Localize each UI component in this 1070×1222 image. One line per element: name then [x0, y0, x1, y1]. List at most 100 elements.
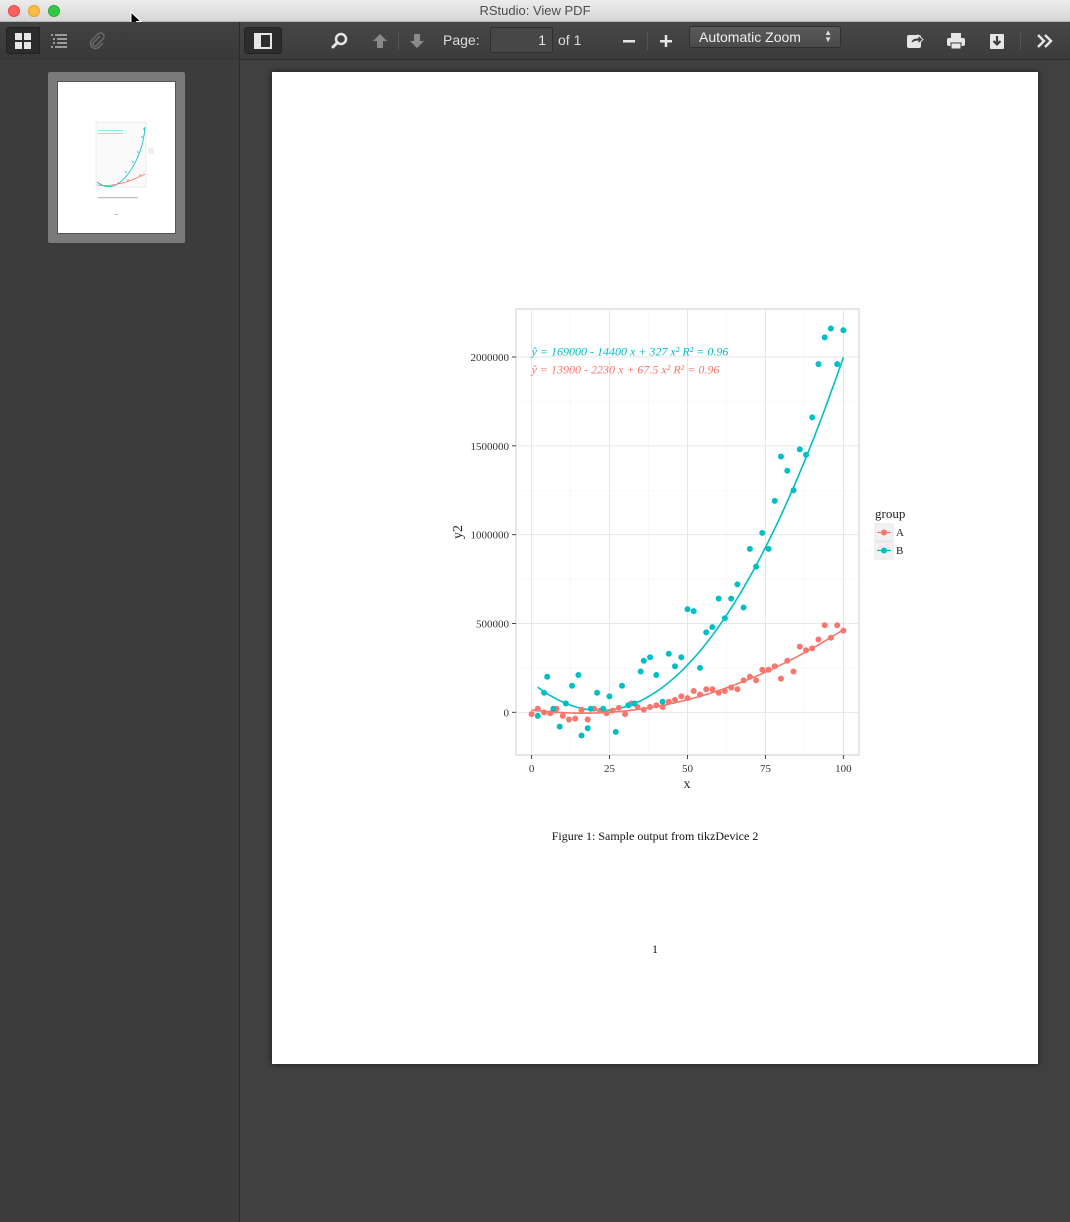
show-attachments-button[interactable] — [80, 27, 114, 54]
data-point-b — [584, 725, 591, 732]
data-point-b — [631, 700, 638, 707]
pdf-viewer[interactable]: 0 25 50 75 100 0 500000 1000000 1500000 2000000 … — [240, 60, 1070, 1222]
search-icon — [331, 32, 348, 48]
data-point-a — [566, 716, 572, 723]
next-page-button[interactable] — [403, 27, 431, 54]
x-axis-ticks: 0 25 50 75 100 — [529, 755, 852, 775]
data-point-a — [753, 677, 760, 684]
print-icon — [947, 32, 965, 49]
x-tick-label: 25 — [604, 763, 616, 775]
data-point-b — [606, 693, 613, 700]
x-tick-label: 0 — [529, 763, 535, 775]
toolbar-separator — [398, 32, 399, 50]
data-point-a — [572, 715, 579, 722]
data-point-a — [790, 668, 797, 675]
data-point-a — [796, 643, 803, 650]
data-point-a — [840, 627, 847, 634]
data-point-a — [541, 709, 548, 716]
minus-icon — [623, 39, 635, 42]
data-point-b — [562, 700, 569, 707]
data-point-b — [612, 728, 619, 735]
data-point-b — [690, 608, 697, 615]
thumbnail-page-image — [57, 81, 176, 234]
data-point-b — [771, 497, 778, 504]
tools-button[interactable] — [1030, 27, 1060, 54]
zoom-out-button[interactable] — [616, 27, 642, 54]
presentation-mode-button[interactable] — [900, 27, 930, 54]
data-point-a — [715, 689, 722, 696]
presentation-icon — [907, 33, 924, 48]
download-icon — [990, 33, 1004, 49]
data-point-b — [815, 361, 822, 368]
data-point-b — [728, 595, 735, 602]
data-point-b — [684, 606, 691, 613]
data-point-b — [703, 629, 710, 636]
data-point-a — [672, 696, 678, 703]
sidebar-toolbar — [0, 22, 240, 60]
data-point-a — [647, 704, 654, 710]
x-tick-label: 75 — [760, 763, 772, 775]
data-point-b — [534, 712, 541, 719]
data-point-b — [753, 563, 760, 570]
legend-label-a: A — [896, 527, 904, 539]
data-point-b — [665, 650, 672, 657]
thumbnail-sidebar — [0, 60, 240, 1222]
data-point-b — [550, 705, 557, 712]
data-point-b — [759, 529, 766, 536]
data-point-b — [578, 732, 585, 739]
data-point-b — [637, 668, 644, 675]
find-button[interactable] — [326, 27, 354, 54]
data-point-a — [734, 686, 741, 693]
show-thumbnails-button[interactable] — [6, 27, 40, 54]
legend-item-b: B — [874, 541, 903, 560]
outline-icon — [51, 33, 67, 48]
y-tick-label: 1000000 — [471, 530, 510, 542]
data-point-b — [678, 654, 685, 661]
data-point-a — [721, 688, 728, 694]
x-tick-label: 100 — [835, 763, 852, 775]
data-point-a — [528, 711, 535, 718]
data-point-b — [746, 545, 753, 552]
data-point-a — [728, 684, 735, 691]
page-number: 1 — [652, 942, 658, 956]
data-point-b — [790, 487, 797, 494]
data-point-b — [600, 705, 607, 712]
equation-label-a: ŷ = 13900 - 2230 x + 67.5 x² R² = 0.96 — [531, 362, 720, 376]
data-point-a — [827, 634, 834, 641]
chart-legend: group A B — [874, 506, 905, 560]
arrow-up-icon — [373, 33, 387, 48]
thumbnails-icon — [15, 32, 31, 49]
data-point-b — [784, 467, 791, 474]
data-point-a — [834, 622, 841, 629]
data-point-a — [740, 677, 747, 684]
toolbar-separator — [647, 32, 648, 50]
figure-caption: Figure 1: Sample output from tikzDevice … — [551, 829, 759, 843]
data-point-b — [659, 698, 666, 705]
data-point-a — [690, 688, 697, 694]
zoom-select-value: Automatic Zoom — [699, 29, 801, 45]
data-point-a — [609, 707, 616, 714]
toggle-sidebar-button[interactable] — [244, 27, 282, 54]
select-arrows-icon: ▲ ▼ — [824, 28, 832, 44]
page-thumbnail-1[interactable] — [48, 72, 185, 243]
zoom-select[interactable]: Automatic Zoom ▲ ▼ — [689, 26, 841, 48]
data-point-a — [821, 622, 828, 629]
zoom-in-button[interactable] — [653, 27, 679, 54]
data-point-a — [659, 704, 666, 710]
data-point-a — [765, 666, 772, 673]
download-button[interactable] — [982, 27, 1012, 54]
y-tick-label: 2000000 — [471, 352, 510, 364]
data-point-a — [578, 706, 585, 713]
previous-page-button[interactable] — [366, 27, 394, 54]
plus-icon — [660, 34, 672, 47]
data-point-b — [556, 723, 563, 730]
y-tick-label: 500000 — [476, 619, 510, 631]
data-point-a — [678, 693, 685, 700]
page-number-input[interactable] — [490, 27, 553, 53]
data-point-b — [796, 446, 803, 453]
print-button[interactable] — [940, 27, 972, 54]
data-point-a — [684, 695, 691, 702]
legend-label-b: B — [896, 545, 903, 557]
data-point-b — [840, 327, 847, 334]
show-outline-button[interactable] — [42, 27, 76, 54]
